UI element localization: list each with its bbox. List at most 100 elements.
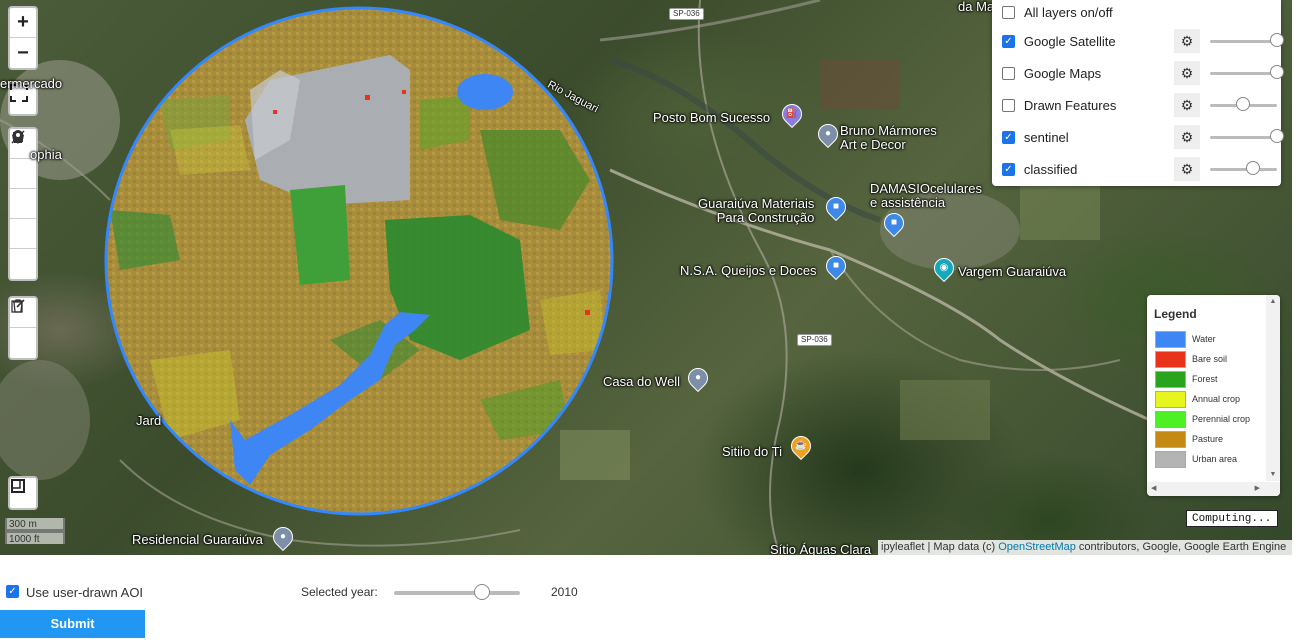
gear-icon[interactable]: ⚙	[1174, 29, 1200, 53]
slider-track	[1209, 136, 1277, 139]
computing-status: Computing...	[1186, 510, 1278, 527]
legend-label: Pasture	[1192, 434, 1224, 444]
gear-icon[interactable]: ⚙	[1174, 93, 1200, 117]
place-label: Guaraiúva Materiais Para Construção	[698, 196, 815, 225]
layer-row: ✓ classified ⚙	[1002, 157, 1277, 181]
zoom-control: + −	[8, 6, 38, 70]
legend-label: Urban area	[1192, 454, 1238, 464]
map-view[interactable]: + − Posto Bom Sucesso Bruno Mármores Art…	[0, 0, 1292, 555]
legend-title: Legend	[1154, 307, 1197, 321]
place-label: Sítio Águas Clara	[770, 542, 872, 556]
location-icon: ●	[694, 372, 702, 383]
measure-control	[8, 476, 38, 510]
gas-icon: ⛽	[785, 108, 799, 119]
layer-visibility-checkbox[interactable]: ✓	[1002, 130, 1015, 144]
location-icon: ●	[824, 128, 832, 139]
legend-item: Water	[1155, 330, 1216, 348]
layer-visibility-checkbox[interactable]: ✓	[1002, 162, 1015, 176]
legend-item: Annual crop	[1155, 390, 1240, 408]
draw-circle-button[interactable]	[10, 131, 36, 249]
year-slider-track	[394, 591, 520, 595]
layer-opacity-slider[interactable]	[1209, 64, 1284, 82]
scroll-left-icon[interactable]: ◀	[1151, 484, 1156, 492]
layer-opacity-slider[interactable]	[1209, 96, 1277, 114]
attribution-prefix: ipyleaflet | Map data (c)	[881, 541, 999, 553]
layer-name: Drawn Features	[1023, 97, 1117, 113]
marker-icon	[13, 130, 23, 144]
place-label: Sitiio do Ti	[722, 444, 782, 459]
all-layers-label: All layers on/off	[1024, 4, 1113, 20]
map-attribution: ipyleaflet | Map data (c) OpenStreetMap …	[878, 540, 1292, 555]
year-slider-thumb[interactable]	[474, 584, 491, 600]
layer-name: sentinel	[1023, 129, 1069, 145]
slider-thumb[interactable]	[1236, 97, 1251, 111]
layer-name: classified	[1023, 161, 1078, 177]
legend-item: Forest	[1155, 370, 1218, 388]
legend-horizontal-scrollbar[interactable]: ◀ ▶	[1147, 482, 1280, 496]
gear-icon[interactable]: ⚙	[1174, 157, 1200, 181]
place-label: Casa do Well	[603, 374, 681, 389]
scroll-up-icon[interactable]: ▲	[1266, 298, 1280, 305]
osm-link[interactable]: OpenStreetMap	[998, 541, 1076, 553]
camera-icon: ◉	[939, 262, 949, 273]
slider-thumb[interactable]	[1246, 161, 1261, 175]
delete-layers-button[interactable]	[10, 299, 36, 358]
zoom-in-button[interactable]: +	[10, 8, 36, 38]
legend-swatch	[1155, 450, 1186, 468]
place-label: ophia	[30, 147, 62, 162]
layer-visibility-checkbox[interactable]	[1002, 98, 1015, 112]
draw-rectangle-button[interactable]	[10, 132, 36, 219]
location-icon: ●	[279, 531, 287, 542]
slider-track	[1209, 72, 1277, 75]
legend-vertical-scrollbar[interactable]: ▲ ▼	[1266, 295, 1280, 481]
place-label: da Ma	[958, 0, 995, 14]
layer-visibility-checkbox[interactable]: ✓	[1002, 34, 1015, 48]
attribution-suffix: contributors, Google, Google Earth Engin…	[1075, 541, 1287, 553]
legend-label: Water	[1192, 334, 1216, 344]
layer-opacity-slider[interactable]	[1209, 160, 1277, 178]
draw-marker-button[interactable]	[10, 130, 36, 279]
layer-opacity-slider[interactable]	[1209, 32, 1284, 50]
layer-manager-panel: All layers on/off ✓ Google Satellite ⚙ Goog…	[992, 0, 1284, 186]
controls-panel: ✓ Use user-drawn AOI Selected year: 2010…	[0, 555, 1308, 642]
place-label: Residencial Guaraiúva	[132, 532, 263, 547]
legend-panel: Legend Water Bare soil Forest Annual crop Pe…	[1147, 295, 1280, 496]
legend-swatch	[1155, 430, 1186, 448]
legend-item: Bare soil	[1155, 350, 1227, 368]
legend-swatch	[1155, 330, 1186, 348]
edit-toolbar	[8, 296, 38, 360]
all-layers-checkbox[interactable]	[1002, 5, 1015, 19]
scroll-down-icon[interactable]: ▼	[1266, 471, 1280, 478]
layer-name: Google Maps	[1023, 65, 1102, 81]
zoom-out-button[interactable]: −	[10, 38, 36, 68]
slider-thumb[interactable]	[1270, 33, 1284, 47]
gear-icon[interactable]: ⚙	[1174, 61, 1200, 85]
legend-label: Forest	[1192, 374, 1218, 384]
measure-button[interactable]	[10, 478, 36, 508]
use-aoi-label: Use user-drawn AOI	[26, 585, 144, 600]
legend-label: Bare soil	[1192, 354, 1228, 364]
slider-thumb[interactable]	[1270, 129, 1284, 143]
trash-icon	[13, 299, 23, 313]
place-label: Jard	[136, 413, 162, 428]
layer-opacity-slider[interactable]	[1209, 128, 1284, 146]
cup-icon: ☕	[794, 440, 808, 451]
use-aoi-checkbox[interactable]: ✓	[6, 585, 19, 598]
place-label: DAMASIOcelulares e assistência	[870, 181, 982, 210]
submit-button[interactable]: Submit	[0, 610, 145, 638]
draw-polygon-button[interactable]	[10, 131, 36, 189]
slider-thumb[interactable]	[1270, 65, 1284, 79]
place-label: ermercado	[0, 76, 63, 91]
year-slider[interactable]	[394, 584, 520, 602]
place-label: Bruno Mármores Art e Decor	[840, 123, 937, 152]
legend-item: Pasture	[1155, 430, 1223, 448]
layer-name: Google Satellite	[1023, 33, 1116, 49]
ruler-icon	[11, 479, 25, 493]
place-label: N.S.A. Queijos e Doces	[680, 263, 817, 278]
shopping-bag-icon: ■	[832, 260, 840, 271]
legend-label: Perennial crop	[1192, 414, 1251, 424]
gear-icon[interactable]: ⚙	[1174, 125, 1200, 149]
layer-visibility-checkbox[interactable]	[1002, 66, 1015, 80]
scroll-right-icon[interactable]: ▶	[1255, 484, 1260, 492]
slider-track	[1209, 168, 1277, 171]
